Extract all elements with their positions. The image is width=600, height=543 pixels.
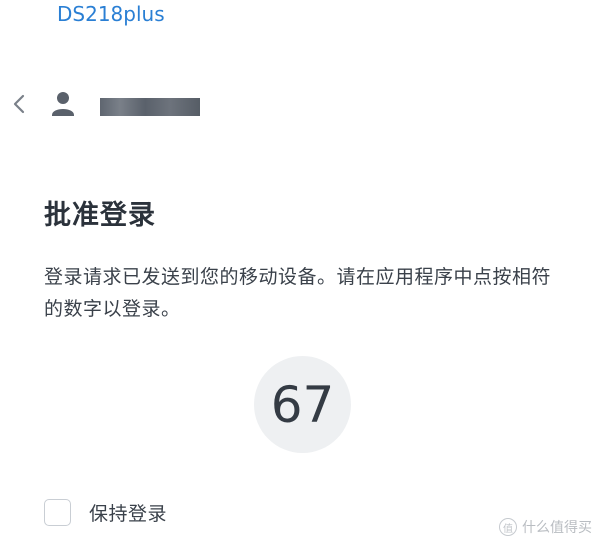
watermark-logo-icon: 值 (499, 518, 517, 536)
remember-login-label: 保持登录 (89, 503, 168, 525)
verification-number: 67 (254, 356, 351, 453)
masked-account-name (100, 98, 200, 116)
device-name: DS218plus (57, 2, 165, 26)
chevron-left-icon (13, 94, 25, 114)
remember-login-checkbox[interactable] (44, 499, 71, 526)
instruction-text: 登录请求已发送到您的移动设备。请在应用程序中点按相符的数字以登录。 (44, 266, 552, 320)
approve-login-page: DS218plus 批准登录 登录请求已发送到您的移动设备。请在应用程序中点按相… (0, 0, 600, 543)
back-button[interactable] (6, 90, 32, 118)
watermark-text: 什么值得买 (522, 520, 592, 536)
remember-login-option[interactable]: 保持登录 (44, 499, 167, 526)
watermark: 值 什么值得买 (499, 517, 592, 537)
user-icon (52, 92, 74, 116)
page-title: 批准登录 (44, 200, 156, 231)
